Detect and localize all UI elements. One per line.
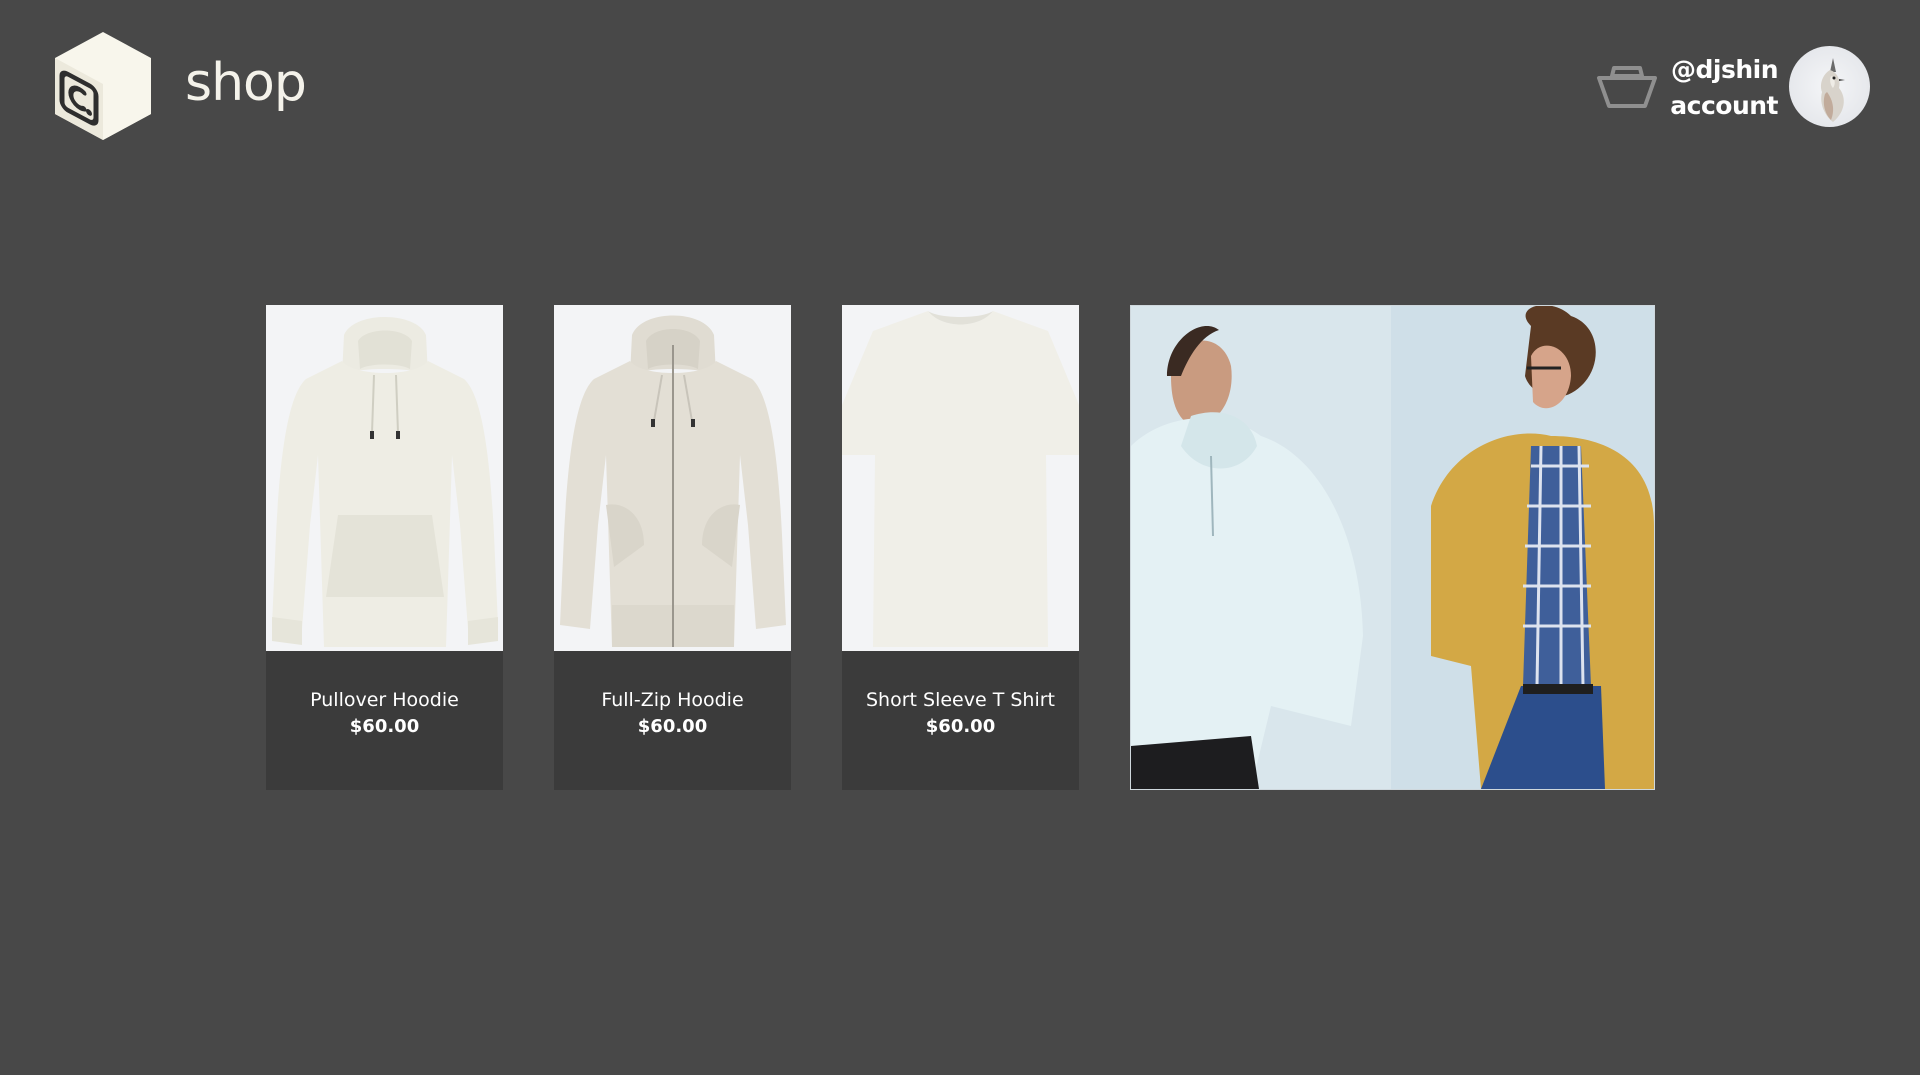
product-name: Full-Zip Hoodie [601, 689, 744, 711]
white-pullover-hoodie-image [266, 305, 503, 651]
product-card-short-sleeve-t-shirt[interactable]: Short Sleeve T Shirt $60.00 [842, 305, 1079, 790]
product-card-pullover-hoodie[interactable]: Pullover Hoodie $60.00 [266, 305, 503, 790]
product-name: Pullover Hoodie [310, 689, 459, 711]
account-link[interactable]: account [1670, 88, 1778, 124]
page-title: shop [185, 53, 307, 113]
oatmeal-full-zip-hoodie-image [554, 305, 791, 651]
product-price: $60.00 [925, 716, 996, 737]
account-menu[interactable]: @djshin account [1670, 52, 1778, 124]
product-price: $60.00 [349, 716, 420, 737]
bird-avatar-image [1820, 58, 1845, 122]
product-card-full-zip-hoodie[interactable]: Full-Zip Hoodie $60.00 [554, 305, 791, 790]
product-name: Short Sleeve T Shirt [865, 689, 1055, 711]
feature-image[interactable] [1130, 305, 1655, 790]
app-header: shop @djshin account [0, 0, 1920, 175]
shopping-basket-icon[interactable] [1596, 62, 1658, 110]
product-price: $60.00 [637, 716, 708, 737]
user-handle: @djshin [1670, 55, 1779, 84]
white-short-sleeve-tshirt-image [842, 305, 1079, 651]
two-men-wearing-hoodies-image [1131, 306, 1654, 789]
cube-logo-icon[interactable] [52, 30, 154, 142]
avatar[interactable] [1789, 46, 1870, 127]
